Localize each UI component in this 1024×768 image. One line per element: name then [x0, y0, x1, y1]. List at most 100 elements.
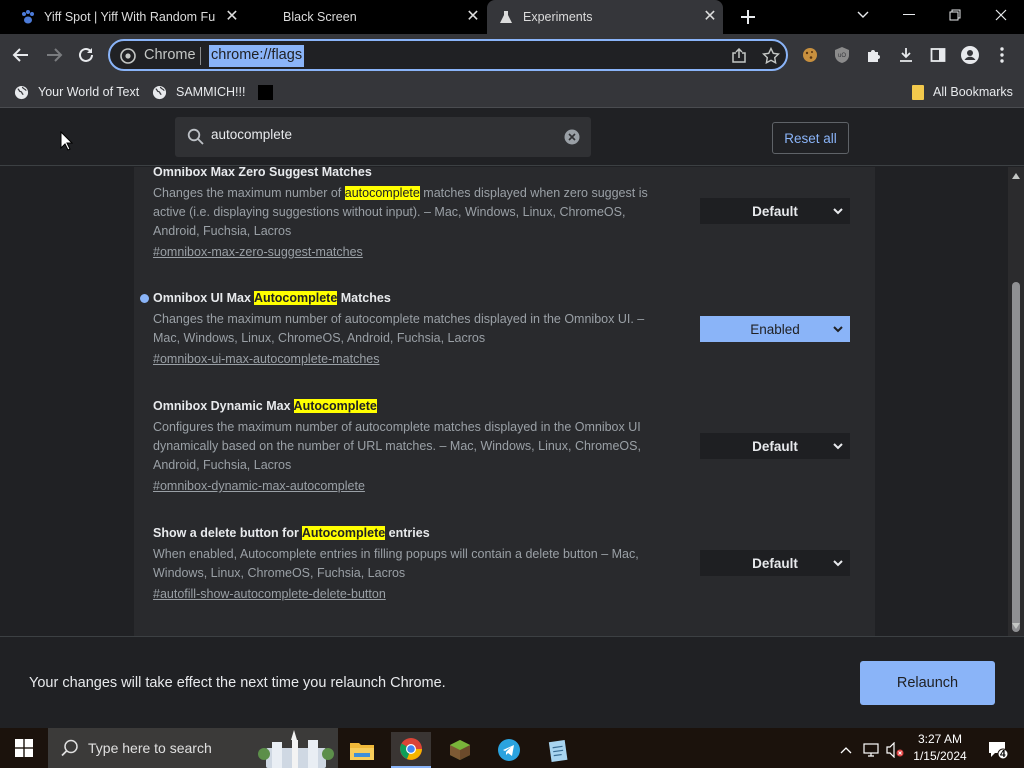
url-text[interactable]: chrome://flags — [209, 45, 305, 67]
flag-description: Changes the maximum number of autocomple… — [153, 312, 645, 345]
bookmark-label: SAMMICH!!! — [176, 85, 246, 99]
globe-icon — [14, 85, 29, 100]
svg-text:uO: uO — [838, 53, 846, 59]
tab-strip: Yiff Spot | Yiff With Random Fun ✕ Black… — [0, 0, 1024, 34]
chrome-taskbar-icon[interactable] — [391, 732, 431, 768]
tab-search-button[interactable] — [840, 0, 886, 30]
folder-icon — [912, 84, 924, 100]
flag-description: When enabled, Autocomplete entries in fi… — [153, 547, 639, 580]
telegram-icon[interactable] — [489, 732, 529, 768]
flag-title: Omnibox UI Max Autocomplete Matches — [153, 291, 391, 305]
flags-list: Omnibox Max Zero Suggest Matches Changes… — [134, 167, 875, 636]
tab-title: Experiments — [523, 10, 593, 24]
bookmark-black-square[interactable] — [258, 82, 273, 102]
extensions-puzzle-icon[interactable] — [861, 42, 887, 68]
side-panel-icon[interactable] — [925, 42, 951, 68]
tab-title: Black Screen — [283, 10, 357, 24]
flag-select-delete-button[interactable]: Default — [700, 550, 850, 576]
flag-permalink[interactable]: #omnibox-dynamic-max-autocomplete — [153, 477, 853, 495]
search-input[interactable]: autocomplete — [211, 127, 292, 142]
close-icon[interactable]: ✕ — [702, 9, 718, 25]
flag-select-ui-max-autocomplete[interactable]: Enabled — [700, 316, 850, 342]
chrome-icon — [120, 48, 136, 64]
flags-header: autocomplete Reset all — [0, 108, 1024, 166]
page-scrollbar[interactable] — [1008, 167, 1024, 636]
download-icon[interactable] — [893, 42, 919, 68]
tray-chevron-up-icon[interactable] — [832, 732, 860, 768]
flask-icon — [499, 10, 513, 24]
bookmarks-bar: Your World of Text SAMMICH!!! All Bookma… — [0, 76, 1024, 108]
close-icon[interactable]: ✕ — [465, 9, 481, 25]
profile-avatar-icon[interactable] — [957, 42, 983, 68]
notification-count: 4 — [1000, 749, 1006, 760]
new-tab-button[interactable] — [738, 7, 758, 27]
close-icon[interactable]: ✕ — [224, 9, 240, 25]
scroll-thumb[interactable] — [1012, 282, 1020, 632]
address-bar[interactable]: Chrome chrome://flags — [108, 39, 788, 71]
taskbar-search-box[interactable]: Type here to search — [48, 728, 338, 768]
taskbar-clock[interactable]: 3:27 AM 1/15/2024 — [912, 731, 968, 765]
search-icon — [61, 739, 79, 757]
tab-experiments[interactable]: Experiments — [487, 0, 723, 34]
bookmark-sammich[interactable]: SAMMICH!!! — [152, 82, 245, 102]
chevron-down-icon — [832, 556, 844, 570]
paw-icon — [20, 9, 36, 25]
network-icon[interactable] — [858, 732, 884, 768]
scroll-down-arrow-icon[interactable] — [1012, 623, 1020, 629]
mouse-cursor-icon — [60, 131, 73, 151]
flag-title: Show a delete button for Autocomplete en… — [153, 526, 430, 540]
clear-search-icon[interactable] — [564, 129, 580, 145]
forward-button[interactable] — [41, 42, 67, 68]
modified-indicator — [140, 294, 149, 303]
minimize-button[interactable] — [886, 0, 932, 30]
taskbar-search-placeholder: Type here to search — [88, 740, 212, 756]
chevron-down-icon — [832, 322, 844, 336]
chevron-down-icon — [832, 439, 844, 453]
volume-muted-icon[interactable] — [882, 732, 908, 768]
chevron-down-icon — [832, 204, 844, 218]
relaunch-bar: Your changes will take effect the next t… — [0, 636, 1024, 728]
bookmark-star-icon[interactable] — [762, 47, 780, 65]
flag-title: Omnibox Dynamic Max Autocomplete — [153, 399, 377, 413]
bookmark-label: Your World of Text — [38, 85, 140, 99]
notepad-icon[interactable] — [538, 732, 578, 768]
flag-select-zero-suggest[interactable]: Default — [700, 198, 850, 224]
reload-button[interactable] — [73, 42, 99, 68]
bookmark-your-world-of-text[interactable]: Your World of Text — [14, 82, 139, 102]
flag-permalink[interactable]: #omnibox-max-zero-suggest-matches — [153, 243, 853, 261]
ublock-icon[interactable]: uO — [829, 42, 855, 68]
share-icon[interactable] — [730, 48, 748, 64]
windows-taskbar: Type here to search 3:27 AM 1/15/2024 4 — [0, 728, 1024, 768]
notification-center-icon[interactable]: 4 — [978, 732, 1018, 768]
divider — [200, 47, 201, 65]
flag-permalink[interactable]: #autofill-show-autocomplete-delete-butto… — [153, 585, 853, 603]
cookie-extension-icon[interactable] — [797, 42, 823, 68]
flag-title: Omnibox Max Zero Suggest Matches — [153, 167, 372, 179]
flags-search-box[interactable]: autocomplete — [175, 117, 591, 157]
back-button[interactable] — [8, 42, 34, 68]
windows-start-button[interactable] — [4, 730, 44, 766]
close-window-button[interactable] — [978, 0, 1024, 30]
globe-icon — [152, 85, 167, 100]
black-square-icon — [258, 84, 273, 100]
clock-time: 3:27 AM — [917, 732, 963, 746]
relaunch-message: Your changes will take effect the next t… — [29, 675, 446, 691]
tab-title: Yiff Spot | Yiff With Random Fun — [44, 10, 216, 24]
tab-black-screen[interactable]: Black Screen — [250, 0, 486, 34]
search-icon — [187, 128, 204, 145]
menu-kebab-icon[interactable] — [989, 42, 1015, 68]
tab-yiff-spot[interactable]: Yiff Spot | Yiff With Random Fun — [0, 0, 245, 34]
relaunch-button[interactable]: Relaunch — [860, 661, 995, 705]
scheme-label: Chrome — [144, 47, 196, 63]
flag-select-dynamic-max[interactable]: Default — [700, 433, 850, 459]
clock-date: 1/15/2024 — [913, 749, 967, 763]
all-bookmarks[interactable]: All Bookmarks — [912, 82, 1013, 102]
scroll-up-arrow-icon[interactable] — [1012, 173, 1020, 179]
file-explorer-icon[interactable] — [342, 732, 382, 768]
restore-button[interactable] — [932, 0, 978, 30]
minecraft-icon[interactable] — [440, 732, 480, 768]
flag-permalink[interactable]: #omnibox-ui-max-autocomplete-matches — [153, 350, 853, 368]
reset-all-button[interactable]: Reset all — [772, 122, 849, 154]
flag-description: Configures the maximum number of autocom… — [153, 420, 641, 472]
search-highlight-image-icon — [258, 730, 334, 768]
